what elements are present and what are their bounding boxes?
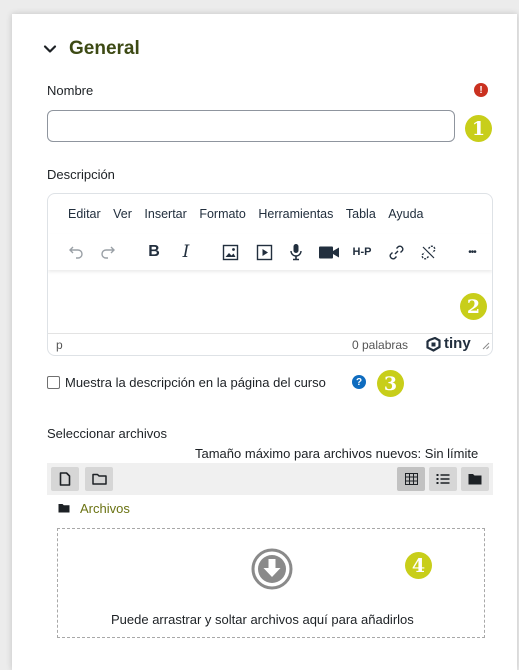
microphone-icon[interactable] <box>286 242 306 262</box>
undo-icon[interactable] <box>66 242 86 262</box>
menu-herramientas[interactable]: Herramientas <box>258 207 333 221</box>
add-file-button[interactable] <box>51 467 79 491</box>
menu-insertar[interactable]: Insertar <box>144 207 186 221</box>
marker-4: 4 <box>405 552 432 579</box>
bold-icon[interactable]: B <box>144 242 164 262</box>
file-icon <box>59 472 71 486</box>
max-size-text: Tamaño máximo para archivos nuevos: Sin … <box>195 446 479 461</box>
chevron-down-icon <box>43 45 57 53</box>
section-title: General <box>69 38 140 59</box>
folder-filled-icon <box>468 474 482 485</box>
section-general-header[interactable]: General <box>43 38 140 60</box>
download-arrow-icon <box>251 548 293 590</box>
marker-2: 2 <box>460 293 487 320</box>
show-description-label[interactable]: Muestra la descripción en la página del … <box>65 375 326 390</box>
exclamation-circle-icon: ! <box>474 83 488 97</box>
menu-formato[interactable]: Formato <box>199 207 246 221</box>
unlink-icon[interactable] <box>418 242 438 262</box>
tiny-brand[interactable]: tiny <box>444 335 471 352</box>
name-input[interactable] <box>47 110 455 142</box>
marker-1: 1 <box>465 115 492 142</box>
folder-path-link[interactable]: Archivos <box>80 501 130 516</box>
marker-3: 3 <box>377 370 404 397</box>
grid-icon <box>404 473 418 485</box>
video-camera-icon[interactable] <box>316 242 342 262</box>
editor-statusbar: p 0 palabras tiny <box>48 333 492 355</box>
link-icon[interactable] <box>386 242 406 262</box>
description-editor: Editar Ver Insertar Formato Herramientas… <box>47 193 493 356</box>
menu-tabla[interactable]: Tabla <box>346 207 376 221</box>
view-tree-button[interactable] <box>461 467 489 491</box>
h5p-icon[interactable]: H-P <box>348 242 376 262</box>
redo-icon[interactable] <box>98 242 118 262</box>
view-icons-button[interactable] <box>397 467 425 491</box>
status-path: p <box>56 338 63 352</box>
image-icon[interactable] <box>220 242 240 262</box>
create-folder-button[interactable] <box>85 467 113 491</box>
tiny-logo-icon <box>426 337 441 352</box>
menu-editar[interactable]: Editar <box>68 207 101 221</box>
menu-ver[interactable]: Ver <box>113 207 132 221</box>
editor-menubar: Editar Ver Insertar Formato Herramientas… <box>48 194 492 234</box>
description-label: Descripción <box>47 167 115 182</box>
resize-handle-icon[interactable] <box>482 342 490 350</box>
folder-icon <box>91 473 107 485</box>
list-icon <box>436 474 450 484</box>
help-icon[interactable]: ? <box>352 375 366 389</box>
italic-icon[interactable]: I <box>176 242 196 262</box>
drop-text: Puede arrastrar y soltar archivos aquí p… <box>111 612 414 627</box>
menu-ayuda[interactable]: Ayuda <box>388 207 423 221</box>
editor-toolbar: B I H-P ••• <box>48 234 492 270</box>
name-label: Nombre <box>47 83 94 98</box>
media-icon[interactable] <box>254 242 274 262</box>
word-count[interactable]: 0 palabras <box>352 338 408 352</box>
show-description-checkbox[interactable] <box>47 376 60 389</box>
filepicker-toolbar <box>47 463 493 495</box>
folder-filled-icon <box>58 504 70 513</box>
view-list-button[interactable] <box>429 467 457 491</box>
files-label: Seleccionar archivos <box>47 426 167 441</box>
more-icon[interactable]: ••• <box>462 242 482 262</box>
